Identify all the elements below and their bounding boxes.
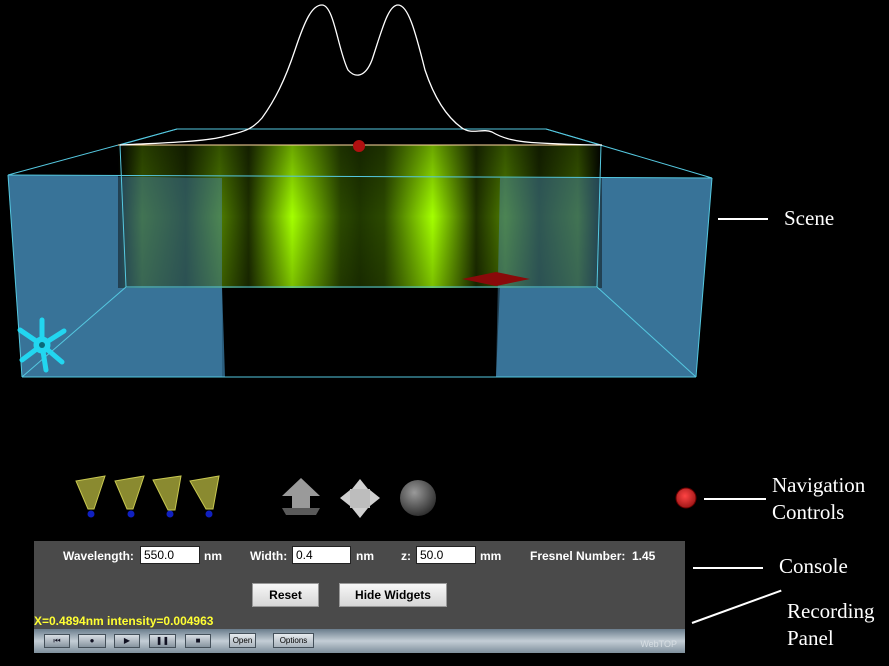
hide-widgets-button[interactable]: Hide Widgets	[339, 583, 447, 607]
navigation-callout-line	[704, 498, 766, 500]
scene-callout: Scene	[784, 206, 835, 230]
options-button[interactable]: Options	[273, 633, 314, 648]
navigation-callout-line2: Controls	[772, 500, 845, 524]
play-icon[interactable]: ▶	[114, 634, 140, 648]
fresnel-number-label: Fresnel Number:	[530, 549, 626, 563]
viewpoint-1-icon[interactable]	[75, 475, 106, 518]
position-marker[interactable]	[353, 140, 365, 152]
pause-icon[interactable]: ❚❚	[149, 634, 176, 648]
right-panel	[496, 178, 712, 377]
rotate-sphere-icon[interactable]	[400, 480, 436, 516]
width-input[interactable]	[292, 546, 351, 564]
wavelength-input[interactable]	[140, 546, 200, 564]
fresnel-number-value: 1.45	[632, 549, 656, 563]
rewind-icon[interactable]: ⏮	[44, 634, 70, 648]
wavelength-unit: nm	[204, 549, 222, 563]
record-icon[interactable]: ●	[78, 634, 106, 648]
navigation-controls	[75, 475, 697, 518]
navigation-ball-icon[interactable]	[675, 487, 697, 509]
open-button[interactable]: Open	[229, 633, 256, 648]
scene-callout-line	[718, 218, 768, 220]
navigation-callout-line1: Navigation	[772, 473, 866, 497]
width-unit: nm	[356, 549, 374, 563]
width-label: Width:	[250, 549, 288, 563]
wavelength-label: Wavelength:	[63, 549, 134, 563]
viewpoint-2-icon[interactable]	[114, 475, 145, 518]
stop-icon[interactable]: ■	[185, 634, 211, 648]
z-input[interactable]	[416, 546, 476, 564]
reset-button[interactable]: Reset	[252, 583, 319, 607]
intensity-curve	[119, 4, 603, 146]
pan-arrows-icon[interactable]	[340, 479, 380, 518]
viewpoint-3-icon[interactable]	[152, 475, 182, 518]
recording-callout-line	[691, 589, 782, 624]
webtop-brand: WebTOP	[640, 639, 677, 649]
z-label: z:	[401, 549, 411, 563]
zoom-arrow-icon[interactable]	[282, 478, 320, 515]
recording-callout-line1: Recording	[787, 599, 875, 623]
console-callout-line	[693, 567, 763, 569]
viewpoint-4-icon[interactable]	[189, 475, 220, 518]
console-callout: Console	[779, 554, 848, 578]
z-unit: mm	[480, 549, 502, 563]
recording-panel: ⏮ ● ▶ ❚❚ ■ Open Options WebTOP	[34, 629, 685, 653]
console-panel: Wavelength: nm Width: nm z: mm Fresnel N…	[34, 541, 685, 629]
recording-callout-line2: Panel	[787, 626, 834, 650]
scene-viewport[interactable]	[0, 0, 889, 460]
position-intensity-readout: X=0.4894nm intensity=0.004963	[34, 614, 214, 628]
